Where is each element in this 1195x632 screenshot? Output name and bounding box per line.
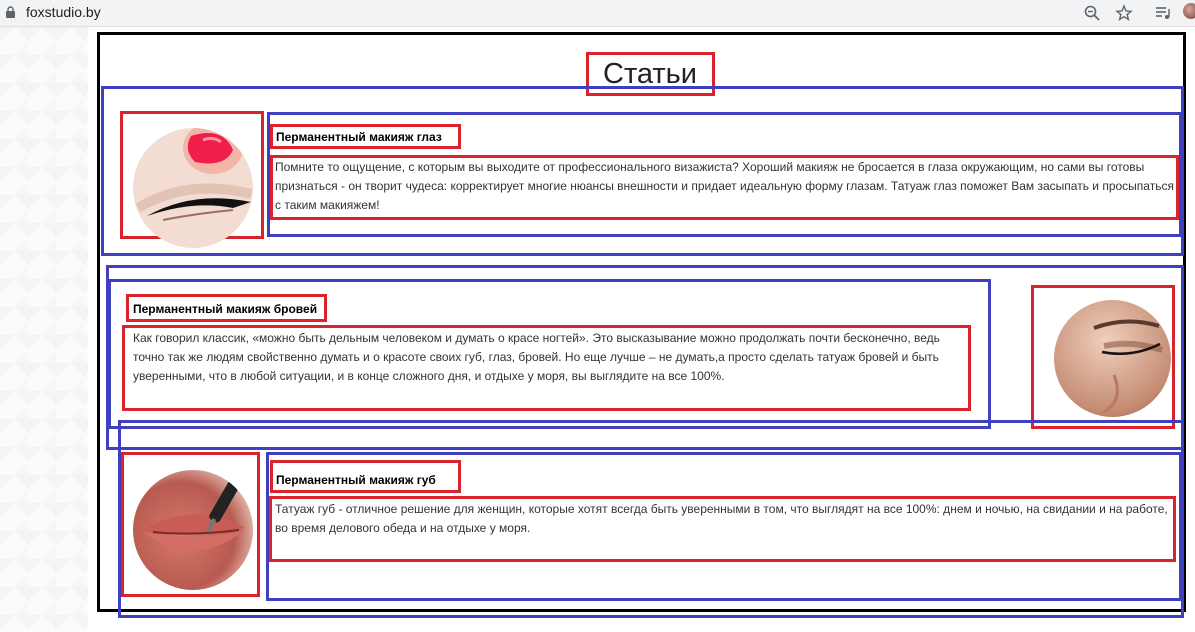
article-brows-paragraph: Как говорил классик, «можно быть дельным… <box>133 331 940 383</box>
star-icon[interactable] <box>1115 4 1133 22</box>
avatar[interactable] <box>1183 3 1195 19</box>
brow-makeup-photo <box>1054 300 1171 417</box>
article-lips-paragraph: Татуаж губ - отличное решение для женщин… <box>275 502 1168 535</box>
article-lips-heading[interactable]: Перманентный макияж губ <box>276 473 436 487</box>
page-title: Статьи <box>603 58 697 90</box>
lock-icon[interactable] <box>6 6 15 18</box>
browser-address-bar: foxstudio.by <box>0 0 1195 27</box>
article-eyes-paragraph: Помните то ощущение, с которым вы выходи… <box>275 160 1174 212</box>
zoom-icon[interactable] <box>1083 4 1101 22</box>
background-pattern <box>0 27 88 632</box>
lips-makeup-photo <box>133 470 253 590</box>
eye-makeup-photo <box>133 128 253 248</box>
article-eyes-heading[interactable]: Перманентный макияж глаз <box>276 130 442 144</box>
media-queue-icon[interactable] <box>1154 4 1172 22</box>
url-text[interactable]: foxstudio.by <box>26 4 101 20</box>
article-brows-heading[interactable]: Перманентный макияж бровей <box>133 302 317 316</box>
